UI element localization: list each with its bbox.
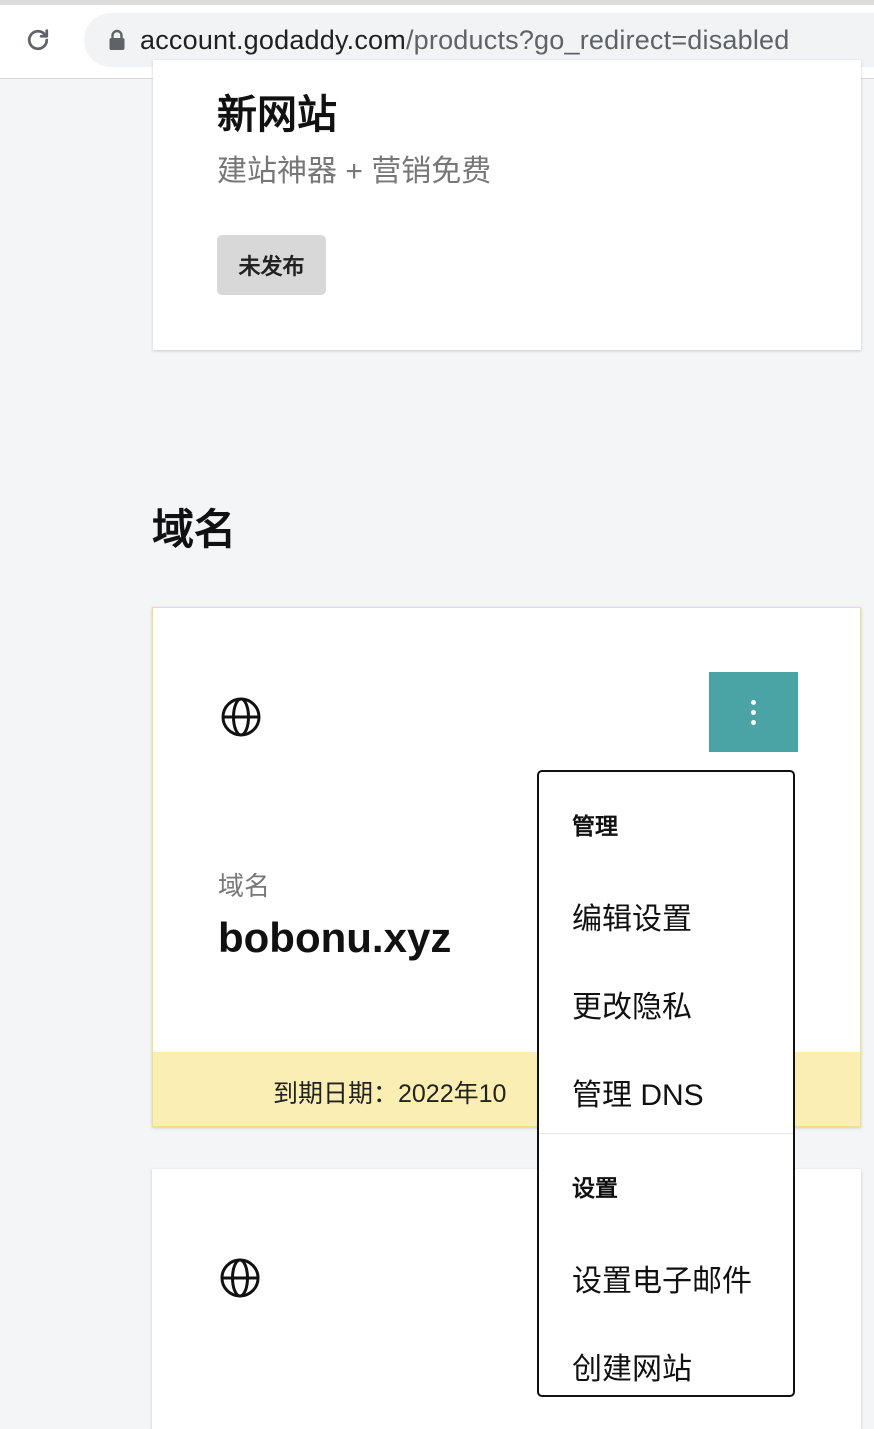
website-card[interactable]: 新网站 建站神器 + 营销免费 未发布 (153, 60, 861, 350)
globe-icon (220, 1258, 260, 1298)
menu-item-edit-settings[interactable]: 编辑设置 (572, 894, 692, 938)
domain-label: 域名 (218, 871, 271, 901)
actions-dropdown-menu: 管理 编辑设置 更改隐私 管理 DNS 设置 设置电子邮件 创建网站 (537, 770, 795, 1397)
section-heading-domains: 域名 (152, 506, 237, 553)
more-vertical-icon (751, 699, 756, 705)
tab-strip-edge (0, 0, 874, 5)
menu-item-manage-dns[interactable]: 管理 DNS (572, 1070, 704, 1114)
domain-name[interactable]: bobonu.xyz (218, 914, 451, 962)
reload-button[interactable] (18, 20, 58, 60)
website-title: 新网站 (217, 93, 337, 137)
url-path: /products?go_redirect=disabled (405, 24, 790, 55)
url-host: account.godaddy.com (140, 24, 406, 55)
website-subtitle: 建站神器 + 营销免费 (217, 155, 492, 188)
lock-icon (108, 29, 126, 51)
menu-item-change-privacy[interactable]: 更改隐私 (572, 982, 692, 1026)
menu-item-create-website[interactable]: 创建网站 (572, 1344, 692, 1388)
url-text[interactable]: account.godaddy.com/products?go_redirect… (140, 25, 789, 56)
menu-item-setup-email[interactable]: 设置电子邮件 (572, 1256, 752, 1300)
address-bar[interactable]: account.godaddy.com/products?go_redirect… (84, 13, 874, 67)
globe-icon (221, 697, 261, 737)
more-vertical-icon-dot (751, 709, 756, 715)
more-options-button[interactable] (709, 672, 798, 752)
menu-heading-manage: 管理 (572, 813, 618, 839)
reload-icon (27, 29, 49, 51)
more-vertical-icon-dot (751, 719, 756, 725)
status-badge: 未发布 (217, 235, 326, 295)
menu-heading-setup: 设置 (572, 1175, 618, 1201)
menu-divider (539, 1133, 793, 1134)
expiry-date: 到期日期：2022年10 (273, 1080, 507, 1108)
